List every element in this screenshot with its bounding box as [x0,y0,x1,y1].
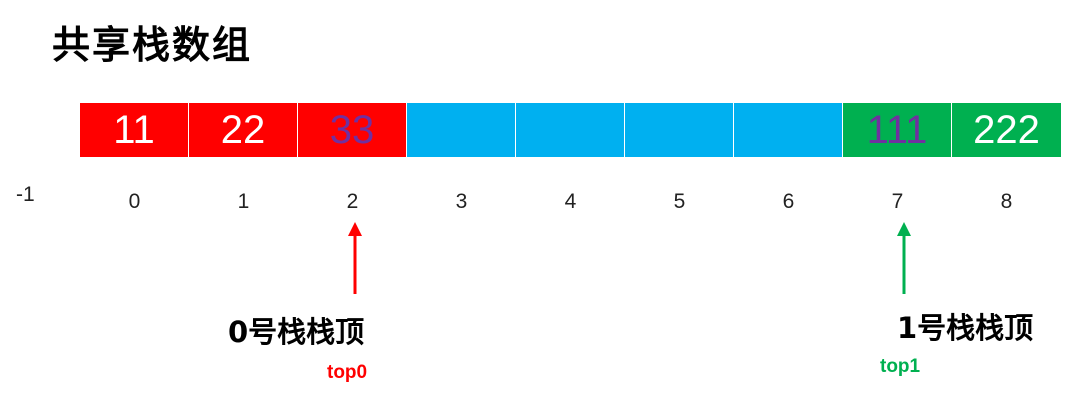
top1-arrow-icon [897,222,911,294]
index-label-1: 1 [237,190,250,213]
shared-stack-array: 11 22 33 111 222 [80,103,1061,157]
index-label-3: 3 [455,190,468,213]
array-cell-3 [407,103,516,157]
array-cell-1: 22 [189,103,298,157]
stack0-top-label: 0号栈栈顶 [228,315,365,349]
array-cell-4 [516,103,625,157]
top0-pointer-label: top0 [327,362,368,383]
index-label-neg1: -1 [16,183,35,206]
index-label-4: 4 [564,190,577,213]
top1-pointer-label: top1 [880,356,921,377]
stack1-top-label: 1号栈栈顶 [897,311,1034,345]
index-label-8: 8 [1000,190,1013,213]
index-label-5: 5 [673,190,686,213]
array-cell-0: 11 [80,103,189,157]
array-cell-5 [625,103,734,157]
diagram-title: 共享栈数组 [52,23,253,67]
array-cell-7: 111 [843,103,952,157]
index-label-6: 6 [782,190,795,213]
top0-arrow-icon [348,222,362,294]
array-cell-6 [734,103,843,157]
index-label-0: 0 [128,190,141,213]
index-label-7: 7 [891,190,904,213]
array-cell-8: 222 [952,103,1061,157]
index-label-2: 2 [346,190,359,213]
array-cell-2: 33 [298,103,407,157]
